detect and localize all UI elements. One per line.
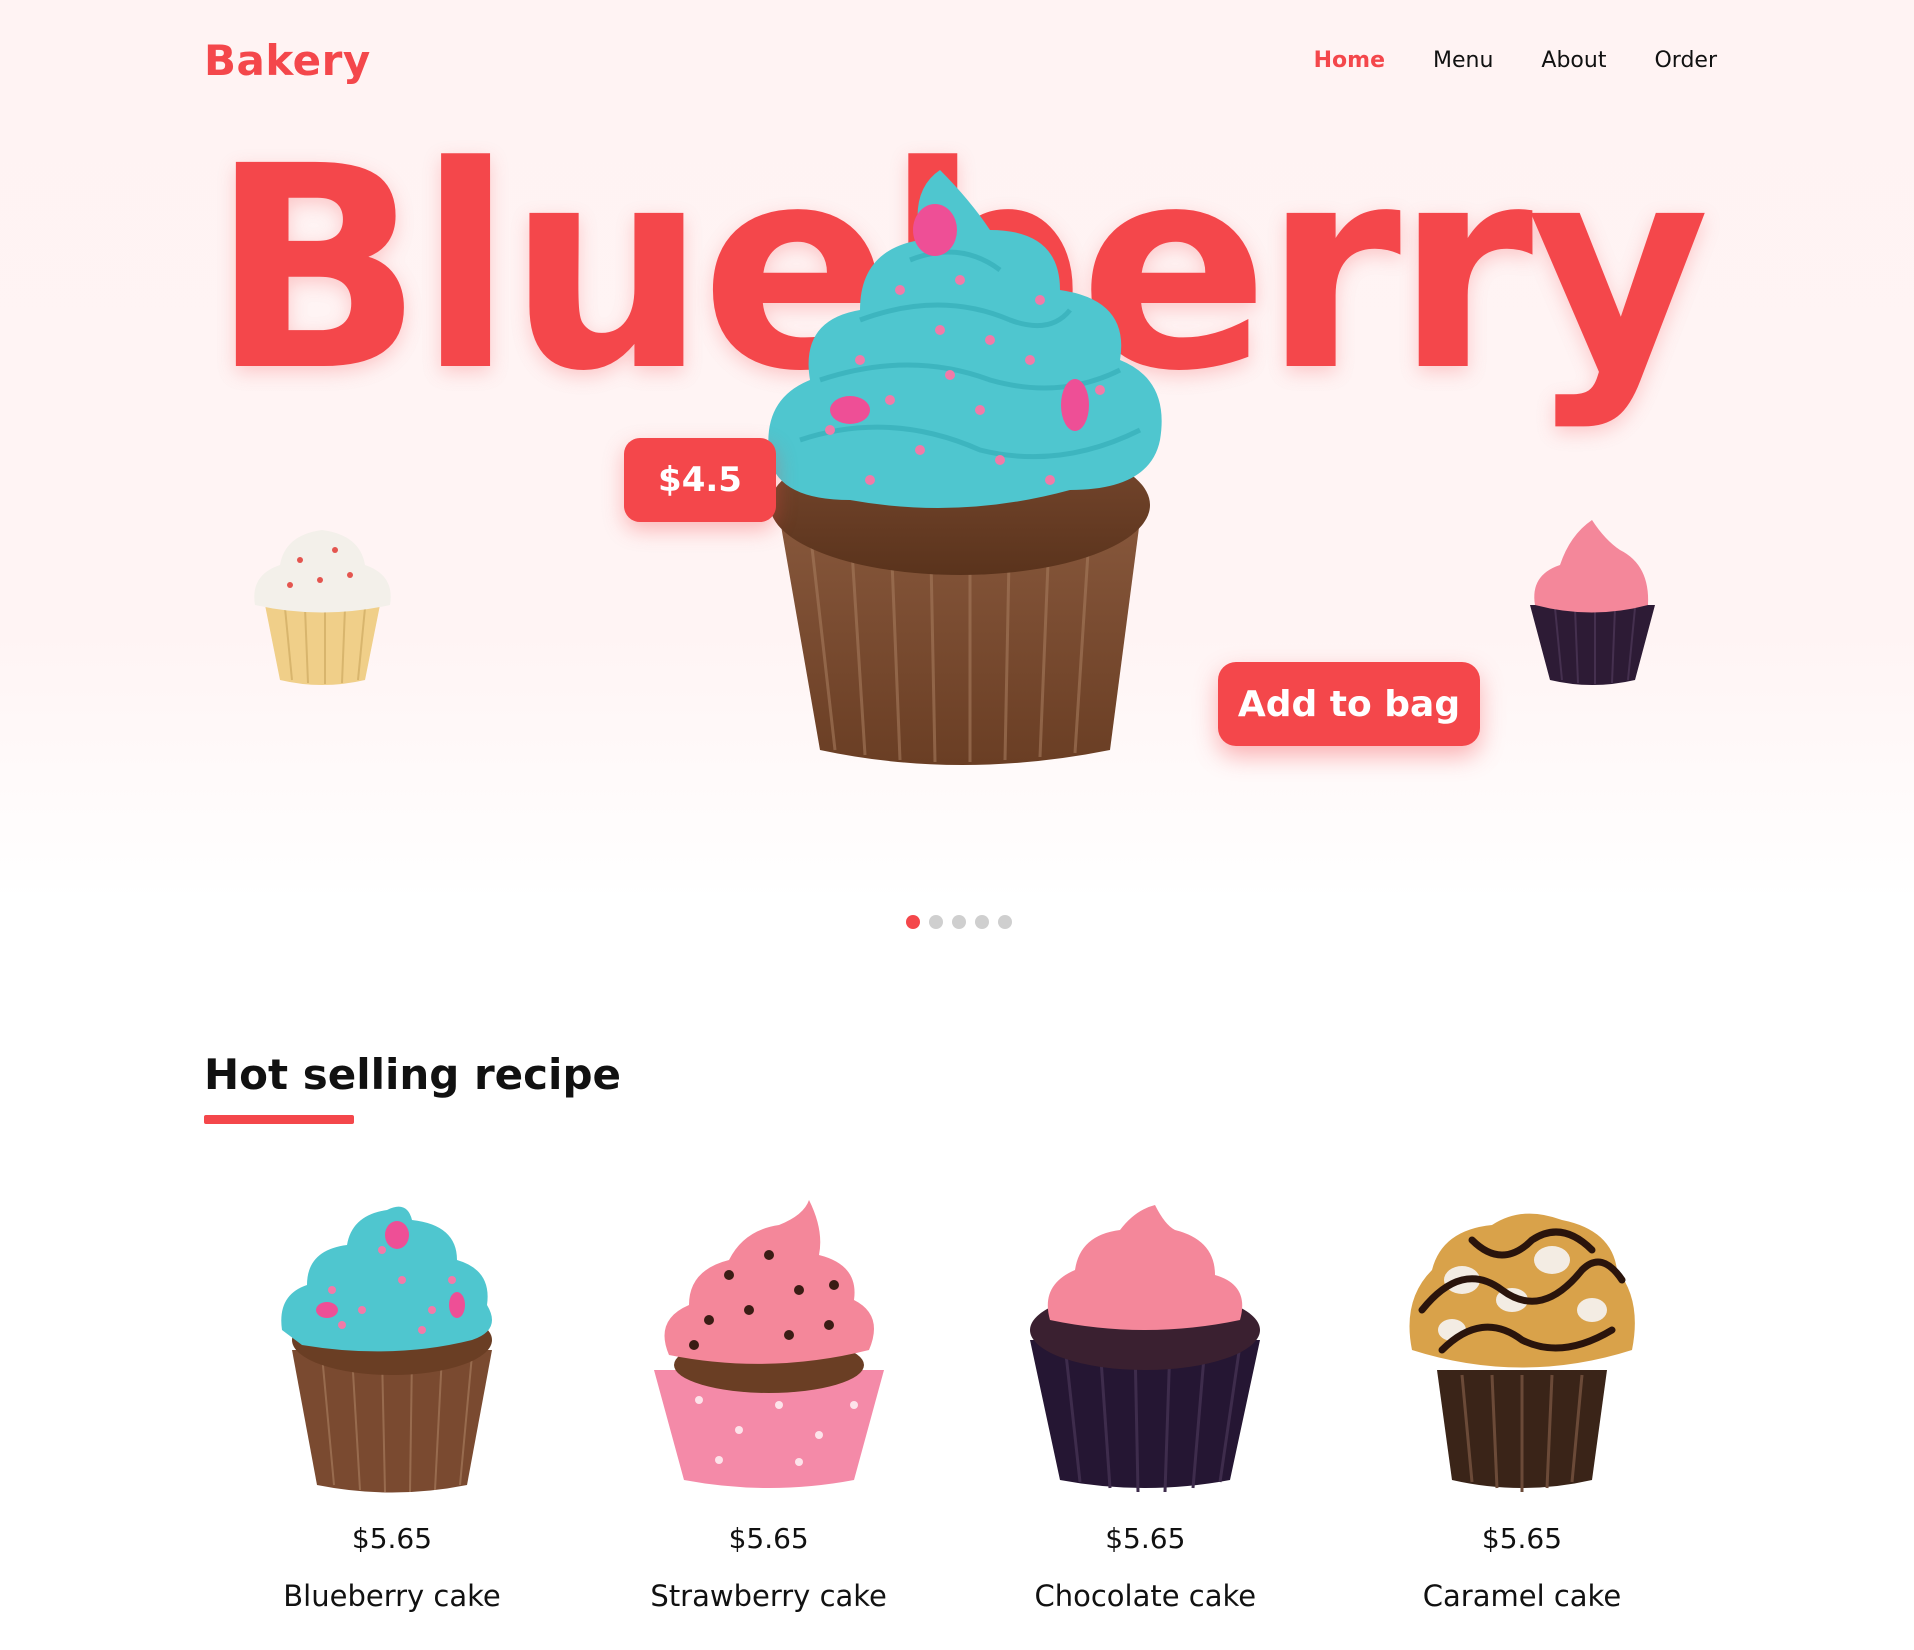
- blueberry-cupcake-icon: [281, 1206, 492, 1493]
- carousel-dot-3[interactable]: [952, 915, 966, 929]
- carousel-pagination: [906, 915, 1012, 929]
- product-price: $5.65: [728, 1522, 809, 1555]
- product-card[interactable]: $5.65 Strawberry cake: [581, 1200, 957, 1613]
- caramel-cupcake-icon: [1409, 1213, 1635, 1492]
- product-list: $5.65 Blueberry cake $5.65 Strawberry ca…: [204, 1200, 1710, 1613]
- nav-about[interactable]: About: [1541, 48, 1606, 73]
- chocolate-cupcake-icon: [1030, 1205, 1261, 1493]
- product-name[interactable]: Strawberry cake: [650, 1579, 886, 1613]
- section-title-underline: [204, 1115, 354, 1124]
- nav-order[interactable]: Order: [1654, 48, 1717, 73]
- product-price: $5.65: [1105, 1522, 1186, 1555]
- hero-price-badge: $4.5: [624, 438, 776, 522]
- product-card[interactable]: $5.65 Chocolate cake: [957, 1200, 1333, 1613]
- main-nav: Home Menu About Order: [1314, 48, 1717, 73]
- carousel-dot-1[interactable]: [906, 915, 920, 929]
- product-name[interactable]: Chocolate cake: [1034, 1579, 1256, 1613]
- strawberry-cupcake-icon: [653, 1200, 884, 1488]
- nav-menu[interactable]: Menu: [1433, 48, 1493, 73]
- product-price: $5.65: [351, 1522, 433, 1555]
- carousel-dot-5[interactable]: [998, 915, 1012, 929]
- section-title: Hot selling recipe: [204, 1050, 622, 1099]
- prev-cupcake-image[interactable]: [250, 520, 395, 685]
- product-card[interactable]: $5.65 Caramel cake: [1334, 1200, 1710, 1613]
- carousel-dot-4[interactable]: [975, 915, 989, 929]
- add-to-bag-button[interactable]: Add to bag: [1218, 662, 1480, 746]
- carousel-dot-2[interactable]: [929, 915, 943, 929]
- next-cupcake-image[interactable]: [1520, 520, 1665, 685]
- nav-home[interactable]: Home: [1314, 48, 1385, 73]
- product-name[interactable]: Caramel cake: [1423, 1579, 1621, 1613]
- brand-logo[interactable]: Bakery: [204, 36, 371, 85]
- product-name[interactable]: Blueberry cake: [283, 1579, 500, 1613]
- product-price: $5.65: [1481, 1522, 1563, 1555]
- product-card[interactable]: $5.65 Blueberry cake: [204, 1200, 580, 1613]
- hero-cupcake-image: [768, 170, 1162, 765]
